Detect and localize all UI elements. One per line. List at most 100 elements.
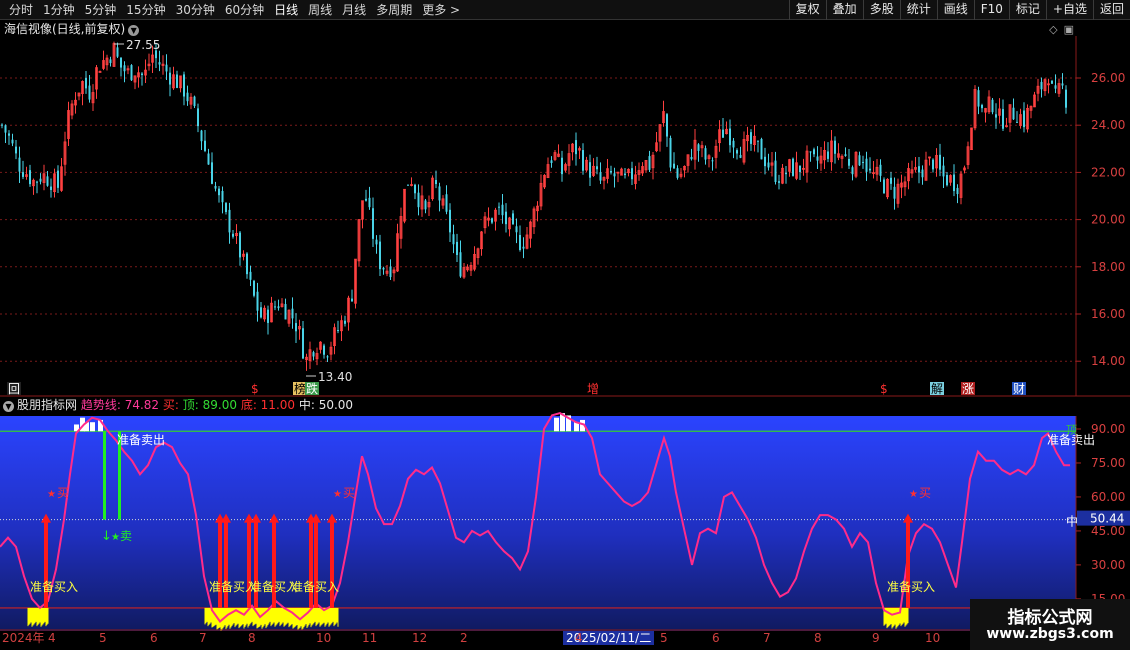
- candle-body: [15, 146, 17, 154]
- candle: [774, 151, 777, 185]
- prepare-buy-label: 准备买入: [291, 580, 339, 594]
- candle: [697, 143, 700, 162]
- candle: [714, 139, 718, 169]
- candle: [183, 71, 185, 106]
- date-label: 2024年: [2, 631, 45, 645]
- price-tick-label: 14.00: [1091, 354, 1125, 368]
- candle: [487, 207, 490, 227]
- candle-body: [690, 157, 693, 160]
- candle-body: [498, 206, 500, 208]
- candle: [648, 150, 651, 172]
- candle: [126, 65, 130, 75]
- candle: [1061, 73, 1064, 90]
- candle: [532, 206, 536, 235]
- candle: [942, 156, 945, 188]
- indicator-tick-label: 90.00: [1091, 422, 1125, 436]
- candle: [32, 178, 35, 195]
- candle: [141, 72, 143, 86]
- event-marker: $: [880, 382, 888, 396]
- candle-body: [109, 59, 112, 64]
- candle: [1047, 78, 1050, 94]
- candle-body: [599, 172, 602, 181]
- candle: [858, 151, 861, 167]
- candle: [466, 264, 469, 272]
- candle: [200, 129, 203, 150]
- price-tick-label: 20.00: [1091, 213, 1125, 227]
- event-marker: 解: [930, 382, 944, 396]
- candle-body: [197, 108, 199, 127]
- candle-body: [739, 154, 742, 158]
- candle: [816, 146, 819, 170]
- event-marker-text: $: [880, 382, 888, 396]
- candle: [1033, 91, 1036, 108]
- candle: [924, 151, 928, 181]
- chart-canvas[interactable]: 26.00 24.00 22.00 20.00 18.00 16.00 14.00 27.55…: [0, 0, 1130, 650]
- date-label: 7: [199, 631, 207, 645]
- candle-body: [589, 162, 591, 178]
- candle: [869, 157, 871, 174]
- date-label: 8: [248, 631, 256, 645]
- candle: [998, 98, 1001, 124]
- candle: [260, 302, 262, 319]
- candle-body: [291, 308, 294, 319]
- candle: [578, 146, 581, 160]
- candle-body: [130, 65, 133, 81]
- candle: [144, 59, 147, 84]
- candle: [424, 198, 427, 214]
- candle: [284, 298, 287, 320]
- buy-arrow-shaft: [44, 519, 48, 608]
- candle: [613, 167, 616, 188]
- candle-body: [792, 158, 794, 176]
- candle: [133, 75, 137, 90]
- candle-body: [550, 160, 553, 163]
- candle-body: [368, 197, 371, 208]
- candle: [508, 216, 511, 237]
- candle: [351, 289, 353, 302]
- candle: [193, 95, 196, 108]
- candle: [539, 174, 543, 211]
- candle: [750, 129, 752, 151]
- candle-body: [816, 156, 819, 161]
- candle-body: [760, 138, 763, 160]
- candle: [483, 212, 487, 234]
- candle: [399, 207, 403, 249]
- candle: [686, 154, 690, 173]
- candle-body: [956, 187, 959, 195]
- candle: [788, 158, 791, 177]
- date-label: 12: [412, 631, 428, 645]
- candle-body: [8, 133, 10, 136]
- candle: [550, 156, 553, 168]
- candle: [456, 233, 458, 262]
- candle: [438, 182, 441, 212]
- candle-body: [267, 309, 269, 323]
- candle-body: [284, 304, 287, 320]
- candle: [165, 54, 168, 80]
- candle: [225, 202, 227, 215]
- candle-body: [939, 154, 941, 170]
- buy-arrow-shaft: [247, 519, 251, 608]
- buy-arrow-shaft: [224, 519, 228, 608]
- candle-body: [921, 169, 924, 178]
- candle: [546, 157, 550, 179]
- candle-body: [323, 345, 325, 355]
- candle: [746, 126, 749, 152]
- chevron-down-icon[interactable]: ▼: [3, 401, 14, 412]
- date-label: 5: [99, 631, 107, 645]
- candle-body: [424, 200, 427, 210]
- candle-body: [953, 174, 955, 192]
- candle: [347, 295, 350, 331]
- candle: [249, 265, 252, 287]
- candle-body: [36, 181, 38, 183]
- candle: [596, 156, 598, 175]
- candle-body: [389, 266, 392, 278]
- candle: [15, 140, 17, 160]
- candle: [693, 128, 697, 170]
- candle-body: [372, 208, 374, 239]
- candle: [204, 130, 206, 153]
- candle-body: [274, 306, 276, 308]
- candle: [966, 141, 970, 170]
- candle-body: [757, 140, 759, 142]
- candle-body: [631, 168, 633, 180]
- buy-readout: 买:: [162, 398, 179, 412]
- candle: [1002, 99, 1004, 132]
